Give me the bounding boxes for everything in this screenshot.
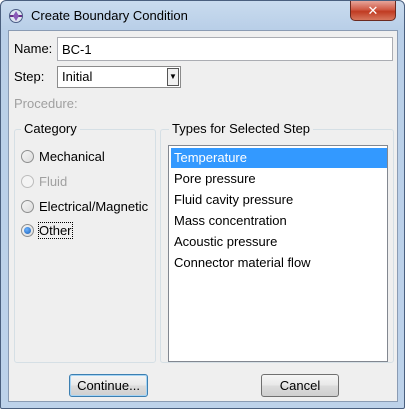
list-item-mass-concentration[interactable]: Mass concentration: [171, 211, 387, 231]
radio-label: Electrical/Magnetic: [39, 198, 149, 214]
list-item-fluid-cavity-pressure[interactable]: Fluid cavity pressure: [171, 190, 387, 210]
radio-button-icon[interactable]: [21, 223, 34, 237]
step-value: Initial: [62, 69, 93, 84]
step-label: Step:: [14, 69, 45, 84]
radio-label: Fluid: [39, 173, 68, 189]
types-listbox[interactable]: Temperature Pore pressure Fluid cavity p…: [168, 145, 388, 362]
name-input[interactable]: [57, 37, 393, 61]
category-group: Category Mechanical Fluid Electrical/Mag…: [14, 121, 156, 363]
category-title: Category: [21, 121, 80, 136]
chevron-down-icon[interactable]: ▼: [167, 68, 179, 86]
radio-button-icon[interactable]: [21, 199, 34, 213]
list-item-connector-material-flow[interactable]: Connector material flow: [171, 253, 387, 273]
radio-label: Mechanical: [39, 148, 105, 164]
radio-electrical-magnetic[interactable]: Electrical/Magnetic: [21, 197, 148, 215]
list-item-pore-pressure[interactable]: Pore pressure: [171, 169, 387, 189]
name-label: Name:: [14, 41, 53, 56]
radio-button-icon[interactable]: [21, 149, 34, 163]
list-item-acoustic-pressure[interactable]: Acoustic pressure: [171, 232, 387, 252]
radio-label: Other: [38, 221, 73, 239]
close-icon: ✕: [367, 3, 379, 18]
radio-button-icon: [21, 174, 34, 188]
cancel-button[interactable]: Cancel: [261, 374, 339, 397]
radio-fluid: Fluid: [21, 172, 67, 190]
continue-button[interactable]: Continue...: [69, 374, 148, 397]
radio-other[interactable]: Other: [21, 221, 73, 239]
dialog-body: Name: Step: Initial ▼ Procedure: Categor…: [8, 30, 398, 402]
dialog-window: Create Boundary Condition ✕ Name: Step: …: [0, 0, 405, 409]
title-bar[interactable]: Create Boundary Condition ✕: [1, 1, 404, 31]
close-button[interactable]: ✕: [350, 1, 396, 21]
list-item-temperature[interactable]: Temperature: [171, 148, 387, 168]
abaqus-icon: [8, 8, 24, 24]
types-title: Types for Selected Step: [169, 121, 314, 136]
window-title: Create Boundary Condition: [31, 8, 188, 23]
step-select[interactable]: Initial ▼: [57, 66, 181, 88]
radio-mechanical[interactable]: Mechanical: [21, 147, 105, 165]
procedure-label: Procedure:: [14, 96, 78, 111]
